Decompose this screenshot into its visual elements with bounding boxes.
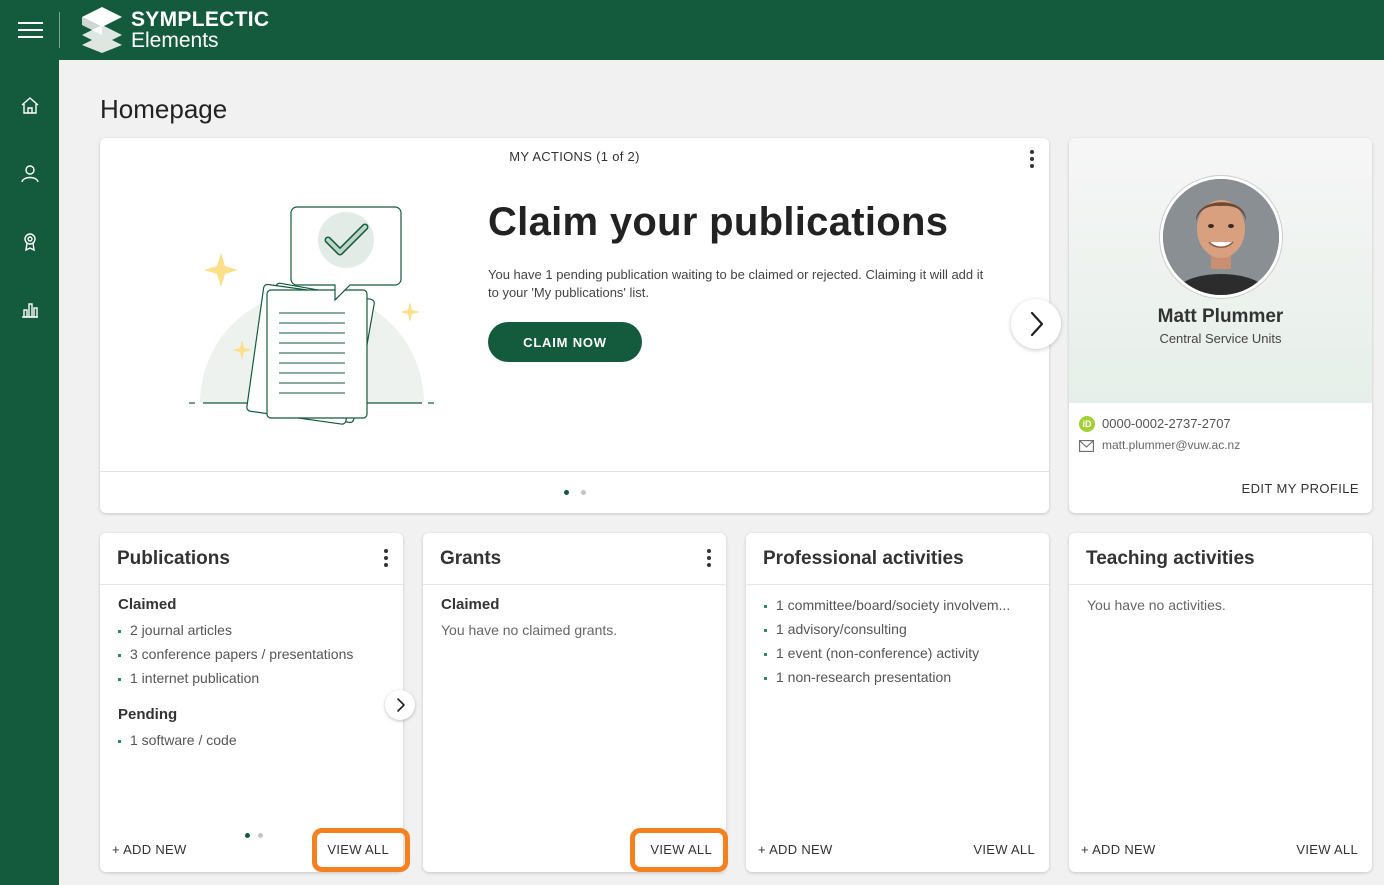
widget-divider [100, 584, 403, 585]
teaching-view-all-button[interactable]: VIEW ALL [1296, 842, 1358, 857]
actions-divider [100, 471, 1049, 472]
actions-page-dot-1[interactable] [564, 490, 569, 495]
list-item[interactable]: 1 internet publication [118, 666, 353, 690]
page-title: Homepage [100, 94, 228, 124]
claim-description: You have 1 pending publication waiting t… [488, 267, 984, 300]
grants-widget: Grants Claimed You have no claimed grant… [423, 533, 728, 872]
widget-divider [423, 584, 726, 585]
brand: SYMPLECTIC Elements [131, 9, 269, 51]
widget-divider [746, 584, 1049, 585]
publications-claimed-list: 2 journal articles 3 conference papers /… [118, 618, 353, 690]
edit-profile-link[interactable]: EDIT MY PROFILE [1242, 481, 1360, 496]
orcid-id[interactable]: 0000-0002-2737-2707 [1102, 416, 1231, 431]
professional-list: 1 committee/board/society involvem... 1 … [764, 593, 1010, 689]
teaching-title: Teaching activities [1086, 548, 1255, 569]
hamburger-menu-icon[interactable] [18, 22, 43, 38]
grants-claimed-label: Claimed [441, 596, 500, 613]
actions-next-button[interactable] [1011, 299, 1061, 349]
professional-add-new-button[interactable]: + ADD NEW [758, 842, 833, 857]
publications-add-new-button[interactable]: + ADD NEW [112, 842, 187, 857]
grants-title: Grants [440, 548, 502, 569]
award-icon[interactable] [19, 231, 41, 253]
chevron-right-icon [1030, 311, 1044, 337]
list-item[interactable]: 3 conference papers / presentations [118, 642, 353, 666]
mail-icon [1079, 440, 1094, 452]
list-item[interactable]: 1 non-research presentation [764, 665, 1010, 689]
symplectic-logo-icon[interactable] [78, 5, 126, 55]
brand-name: SYMPLECTIC [131, 8, 270, 31]
list-item[interactable]: 1 software / code [118, 728, 237, 752]
teaching-activities-widget: Teaching activities You have no activiti… [1069, 533, 1372, 872]
chevron-right-icon [397, 698, 405, 712]
list-item[interactable]: 1 event (non-conference) activity [764, 641, 1010, 665]
actions-header: MY ACTIONS (1 of 2) [509, 149, 640, 164]
professional-activities-widget: Professional activities 1 committee/boar… [746, 533, 1049, 872]
publications-view-all-button[interactable]: VIEW ALL [327, 842, 389, 857]
topbar-divider [59, 12, 60, 48]
profile-card: Matt Plummer Central Service Units iD 00… [1069, 138, 1372, 513]
bar-chart-icon[interactable] [19, 299, 41, 321]
publications-pending-list: 1 software / code [118, 728, 237, 752]
list-item[interactable]: 1 committee/board/society involvem... [764, 593, 1010, 617]
teaching-add-new-button[interactable]: + ADD NEW [1081, 842, 1156, 857]
my-actions-card: MY ACTIONS (1 of 2) Claim your publicati… [100, 138, 1061, 513]
claim-title: Claim your publications [488, 200, 949, 244]
profile-department: Central Service Units [1159, 331, 1282, 346]
grants-empty-text: You have no claimed grants. [441, 622, 618, 638]
list-item[interactable]: 2 journal articles [118, 618, 353, 642]
actions-more-icon[interactable] [1026, 150, 1038, 172]
publications-next-button[interactable] [385, 690, 415, 720]
professional-title: Professional activities [763, 548, 964, 569]
claim-illustration [189, 206, 434, 425]
brand-product: Elements [131, 29, 219, 52]
publications-pending-label: Pending [118, 706, 178, 723]
profile-email[interactable]: matt.plummer@vuw.ac.nz [1102, 438, 1240, 452]
grants-more-icon[interactable] [703, 549, 715, 571]
list-item[interactable]: 1 advisory/consulting [764, 617, 1010, 641]
publications-claimed-label: Claimed [118, 596, 177, 613]
publications-title: Publications [117, 548, 230, 569]
side-nav [0, 60, 59, 885]
publications-widget: Publications Claimed 2 journal articles … [100, 533, 415, 872]
actions-page-dot-2[interactable] [581, 490, 586, 495]
publications-more-icon[interactable] [380, 549, 392, 571]
top-bar: SYMPLECTIC Elements [0, 0, 1384, 60]
teaching-empty-text: You have no activities. [1087, 597, 1226, 613]
avatar-photo [1163, 179, 1279, 295]
publications-page-dot-2[interactable] [258, 833, 263, 838]
professional-view-all-button[interactable]: VIEW ALL [973, 842, 1035, 857]
profile-name: Matt Plummer [1157, 306, 1284, 327]
avatar[interactable] [1160, 176, 1282, 298]
orcid-icon: iD [1079, 416, 1095, 432]
widget-divider [1069, 584, 1372, 585]
user-icon[interactable] [19, 163, 41, 185]
publications-page-dot-1[interactable] [245, 833, 250, 838]
home-icon[interactable] [19, 95, 41, 117]
claim-now-button[interactable]: CLAIM NOW [488, 322, 642, 362]
grants-view-all-button[interactable]: VIEW ALL [650, 842, 712, 857]
